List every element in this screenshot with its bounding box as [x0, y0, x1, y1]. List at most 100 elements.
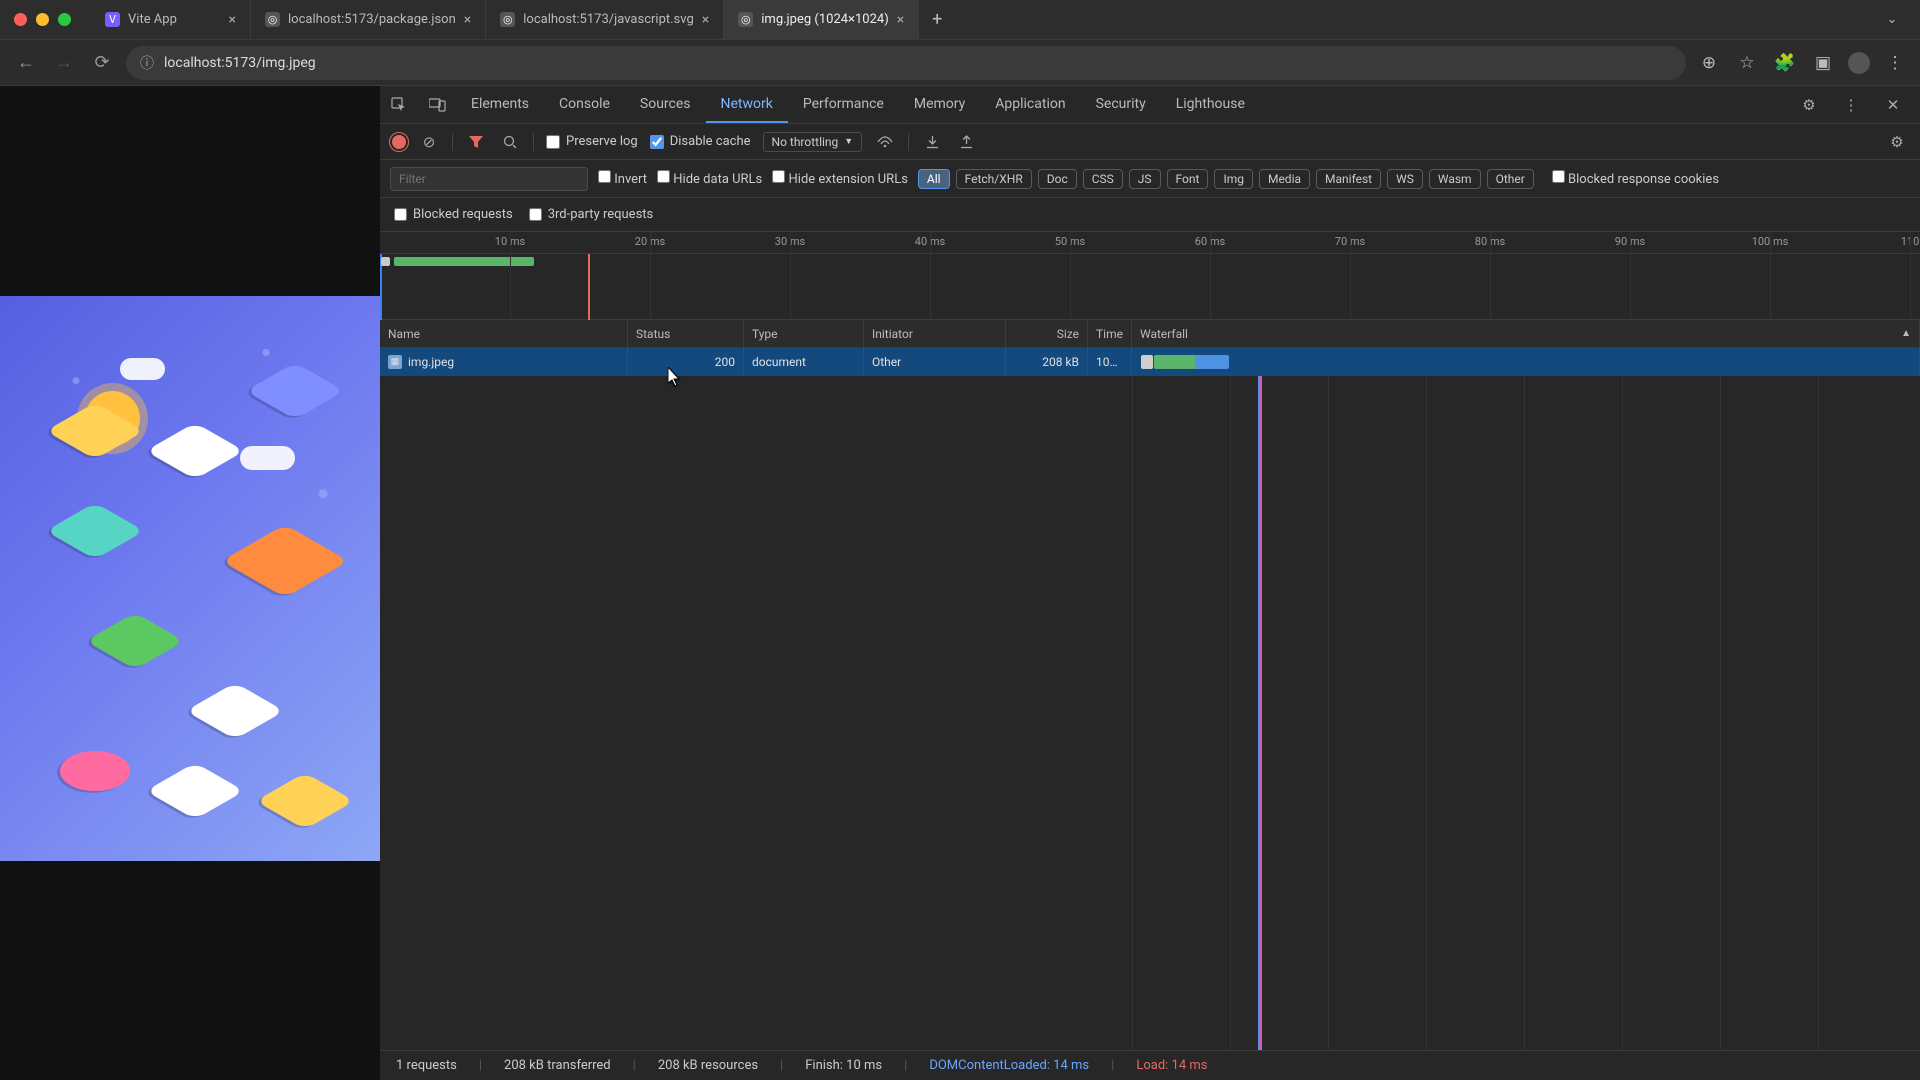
col-status[interactable]: Status [628, 320, 744, 347]
type-filter-js[interactable]: JS [1129, 169, 1161, 189]
traffic-lights [14, 13, 71, 26]
network-conditions-icon[interactable] [874, 135, 896, 148]
tab-title: localhost:5173/package.json [288, 12, 456, 27]
request-status: 200 [628, 348, 744, 376]
clear-button[interactable]: ⊘ [418, 133, 440, 151]
devtools-tab-performance[interactable]: Performance [788, 86, 899, 123]
network-filter-bar: Invert Hide data URLs Hide extension URL… [380, 160, 1920, 198]
network-toolbar: ⊘ Preserve log Disable cache No throttli… [380, 124, 1920, 160]
side-panel-icon[interactable]: ▣ [1810, 53, 1836, 73]
col-initiator[interactable]: Initiator [864, 320, 1006, 347]
devtools-tabbar: ElementsConsoleSourcesNetworkPerformance… [380, 86, 1920, 124]
import-har-icon[interactable] [921, 135, 943, 149]
status-transferred: 208 kB transferred [504, 1058, 611, 1073]
type-filter-other[interactable]: Other [1487, 169, 1534, 189]
devtools-tab-application[interactable]: Application [980, 86, 1080, 123]
type-filter-ws[interactable]: WS [1387, 169, 1423, 189]
filter-toggle-icon[interactable] [465, 136, 487, 148]
third-party-checkbox[interactable]: 3rd-party requests [529, 207, 654, 222]
throttling-dropdown[interactable]: No throttling ▼ [763, 132, 863, 152]
tab-favicon: ◎ [265, 12, 280, 27]
status-finish: Finish: 10 ms [805, 1058, 882, 1073]
tab-favicon: ◎ [738, 12, 753, 27]
close-window-button[interactable] [14, 13, 27, 26]
tab-close-icon[interactable]: × [702, 12, 709, 28]
table-header[interactable]: Name Status Type Initiator Size Time Wat… [380, 320, 1920, 348]
browser-tab[interactable]: VVite App× [91, 0, 251, 39]
status-resources: 208 kB resources [658, 1058, 758, 1073]
type-filter-doc[interactable]: Doc [1038, 169, 1077, 189]
network-request-table: Name Status Type Initiator Size Time Wat… [380, 320, 1920, 1050]
table-row[interactable]: ▦img.jpeg 200 document Other 208 kB 10… [380, 348, 1920, 376]
filter-input[interactable] [390, 167, 588, 191]
invert-checkbox[interactable]: Invert [598, 170, 647, 187]
preserve-log-checkbox[interactable]: Preserve log [546, 134, 638, 149]
browser-menu-icon[interactable]: ⋮ [1882, 53, 1908, 73]
type-filter-fetch-xhr[interactable]: Fetch/XHR [956, 169, 1032, 189]
hide-extension-urls-checkbox[interactable]: Hide extension URLs [772, 170, 908, 187]
browser-tab[interactable]: ◎localhost:5173/javascript.svg× [486, 0, 724, 39]
col-type[interactable]: Type [744, 320, 864, 347]
tab-close-icon[interactable]: × [897, 12, 904, 28]
image-preview[interactable] [0, 296, 380, 861]
devtools-tab-console[interactable]: Console [544, 86, 625, 123]
devtools-tab-network[interactable]: Network [706, 86, 788, 123]
devtools-tab-sources[interactable]: Sources [625, 86, 706, 123]
export-har-icon[interactable] [955, 135, 977, 149]
device-toolbar-icon[interactable] [418, 86, 456, 123]
type-filter-manifest[interactable]: Manifest [1316, 169, 1381, 189]
extensions-icon[interactable]: 🧩 [1772, 53, 1798, 73]
col-name[interactable]: Name [380, 320, 628, 347]
minimize-window-button[interactable] [36, 13, 49, 26]
back-button[interactable]: ← [12, 49, 40, 77]
main-area: ElementsConsoleSourcesNetworkPerformance… [0, 86, 1920, 1080]
type-filter-img[interactable]: Img [1214, 169, 1253, 189]
request-time: 10… [1088, 348, 1132, 376]
record-button[interactable] [392, 135, 406, 149]
col-waterfall[interactable]: Waterfall▲ [1132, 320, 1920, 347]
network-settings-icon[interactable]: ⚙ [1886, 133, 1908, 151]
request-waterfall [1132, 348, 1920, 376]
col-size[interactable]: Size [1006, 320, 1088, 347]
devtools-tab-memory[interactable]: Memory [899, 86, 980, 123]
devtools-tab-lighthouse[interactable]: Lighthouse [1161, 86, 1260, 123]
disable-cache-checkbox[interactable]: Disable cache [650, 134, 751, 149]
devtools-close-icon[interactable]: ✕ [1874, 96, 1912, 114]
blocked-requests-checkbox[interactable]: Blocked requests [394, 207, 513, 222]
forward-button[interactable]: → [50, 49, 78, 77]
type-filter-media[interactable]: Media [1259, 169, 1310, 189]
table-empty-area [380, 376, 1920, 1050]
devtools-menu-icon[interactable]: ⋮ [1832, 96, 1870, 114]
search-icon[interactable] [499, 135, 521, 149]
expand-tabs-button[interactable]: ⌄ [1878, 12, 1906, 27]
col-time[interactable]: Time [1088, 320, 1132, 347]
status-requests: 1 requests [396, 1058, 457, 1073]
tab-close-icon[interactable]: × [464, 12, 471, 28]
bookmark-icon[interactable]: ☆ [1734, 53, 1760, 73]
type-filter-wasm[interactable]: Wasm [1429, 169, 1481, 189]
maximize-window-button[interactable] [58, 13, 71, 26]
hide-data-urls-checkbox[interactable]: Hide data URLs [657, 170, 762, 187]
type-filter-all[interactable]: All [918, 169, 950, 189]
request-size: 208 kB [1006, 348, 1088, 376]
new-tab-button[interactable]: + [919, 9, 955, 30]
devtools-tab-security[interactable]: Security [1081, 86, 1161, 123]
browser-tab[interactable]: ◎ localhost:5173/package.json × [251, 0, 486, 39]
site-info-icon[interactable]: ⓘ [140, 53, 154, 73]
blocked-response-checkbox[interactable]: Blocked response cookies [1552, 170, 1719, 187]
request-name: img.jpeg [408, 355, 454, 369]
zoom-icon[interactable]: ⊕ [1696, 53, 1722, 73]
request-type: document [744, 348, 864, 376]
inspect-element-icon[interactable] [380, 86, 418, 123]
type-filter-font[interactable]: Font [1167, 169, 1209, 189]
profile-icon[interactable] [1848, 52, 1870, 74]
devtools-tab-elements[interactable]: Elements [456, 86, 544, 123]
network-timeline-overview[interactable]: 10 ms20 ms30 ms40 ms50 ms60 ms70 ms80 ms… [380, 232, 1920, 320]
devtools-panel: ElementsConsoleSourcesNetworkPerformance… [380, 86, 1920, 1080]
type-filter-css[interactable]: CSS [1083, 169, 1123, 189]
address-bar[interactable]: ⓘ localhost:5173/img.jpeg [126, 46, 1686, 80]
devtools-settings-icon[interactable]: ⚙ [1790, 96, 1828, 114]
tab-close-icon[interactable]: × [229, 12, 236, 28]
reload-button[interactable]: ⟳ [88, 49, 116, 77]
browser-tab[interactable]: ◎img.jpeg (1024×1024)× [724, 0, 919, 39]
